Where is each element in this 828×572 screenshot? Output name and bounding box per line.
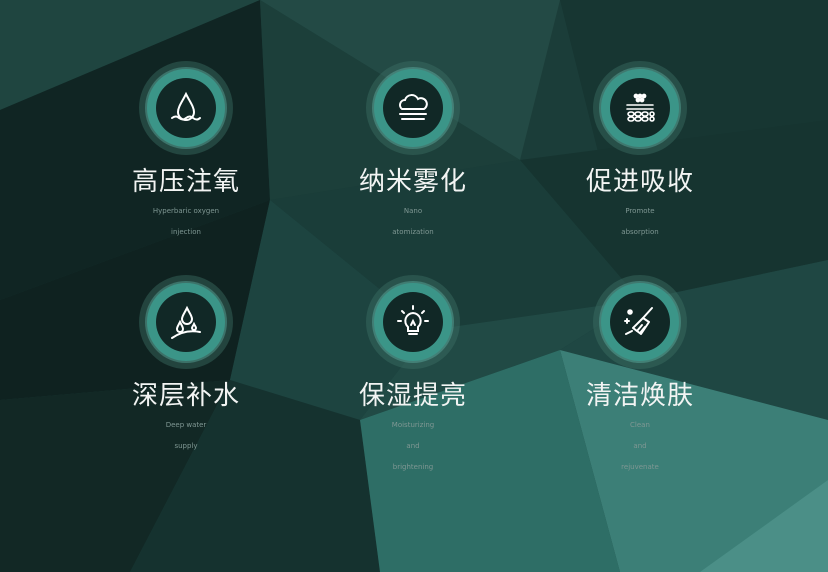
feature-title: 高压注氧 (131, 167, 240, 197)
feature-title: 深层补水 (131, 381, 240, 411)
water-drop-icon (139, 61, 233, 155)
feature-subtitle: Promote absorption (621, 207, 659, 236)
feature-nano-atomization: 纳米雾化 Nano atomization (303, 61, 523, 243)
feature-subtitle: Hyperbaric oxygen injection (152, 207, 220, 236)
feature-clean-rejuvenate: 清洁焕肤 Clean and rejuvenate (530, 275, 750, 478)
feature-title: 促进吸收 (585, 167, 694, 197)
feature-subtitle: Deep water supply (165, 421, 207, 450)
hydration-drops-icon (139, 275, 233, 369)
feature-promote-absorption: 促进吸收 Promote absorption (530, 61, 750, 243)
feature-title: 保湿提亮 (358, 381, 467, 411)
light-bulb-icon (366, 275, 460, 369)
feature-deep-water-supply: 深层补水 Deep water supply (76, 275, 296, 457)
feature-title: 清洁焕肤 (585, 381, 694, 411)
feature-subtitle: Clean and rejuvenate (621, 421, 659, 471)
broom-sparkle-icon (593, 275, 687, 369)
feature-title: 纳米雾化 (358, 167, 467, 197)
skin-layers-icon (593, 61, 687, 155)
feature-panel: 高压注氧 Hyperbaric oxygen injection 纳米雾化 Na… (0, 0, 828, 572)
feature-subtitle: Nano atomization (392, 207, 434, 236)
feature-subtitle: Moisturizing and brightening (391, 421, 435, 471)
feature-hyperbaric-oxygen: 高压注氧 Hyperbaric oxygen injection (76, 61, 296, 243)
feature-moisturizing-brightening: 保湿提亮 Moisturizing and brightening (303, 275, 523, 478)
mist-cloud-icon (366, 61, 460, 155)
